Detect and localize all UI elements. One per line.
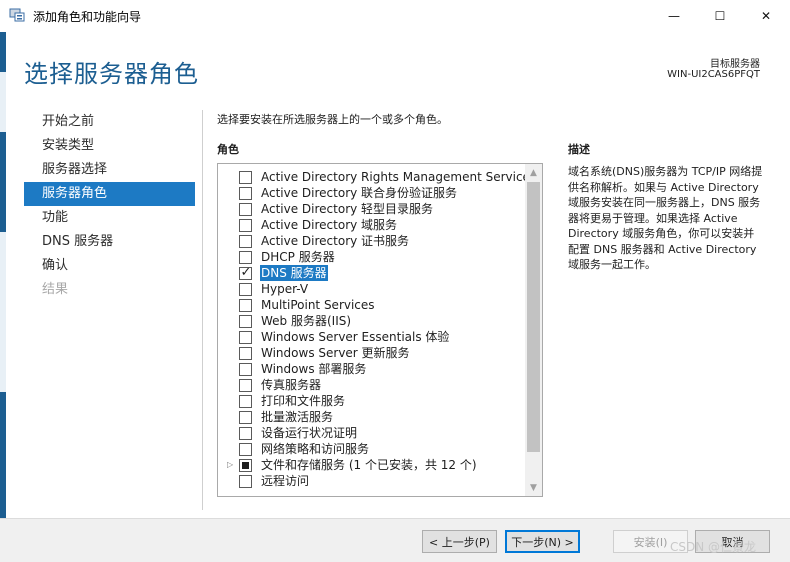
window-title: 添加角色和功能向导	[33, 10, 142, 24]
role-item[interactable]: DHCP 服务器	[218, 249, 524, 265]
nav-item-confirmation[interactable]: 确认	[24, 254, 195, 278]
roles-heading: 角色	[217, 143, 239, 156]
role-checkbox[interactable]	[239, 411, 252, 424]
previous-button[interactable]: < 上一步(P)	[422, 530, 497, 553]
role-checkbox[interactable]: ✓	[239, 265, 252, 280]
expand-arrow-icon[interactable]: ▷	[227, 459, 237, 471]
role-checkbox[interactable]	[239, 395, 252, 408]
role-item[interactable]: 打印和文件服务	[218, 393, 524, 409]
roles-tree[interactable]: 远程访问 ▷ 文件和存储服务 (1 个已安装，共 12 个) 网络策略和访问服务 设备运…	[217, 163, 543, 497]
scroll-up-icon[interactable]: ▲	[525, 164, 542, 181]
description-text: 域名系统(DNS)服务器为 TCP/IP 网络提供名称解析。如果与 Active…	[568, 165, 763, 271]
role-checkbox[interactable]	[239, 443, 252, 456]
role-label: Active Directory 联合身份验证服务	[261, 186, 458, 200]
role-item[interactable]: Active Directory 证书服务	[218, 233, 524, 249]
role-item[interactable]: 远程访问	[218, 473, 524, 489]
role-checkbox[interactable]	[239, 219, 252, 232]
role-label: Hyper-V	[261, 282, 309, 296]
role-item[interactable]: Windows Server Essentials 体验	[218, 329, 524, 345]
target-server-name: WIN-UI2CAS6PFQT	[667, 69, 760, 80]
close-button[interactable]: ✕	[743, 0, 789, 31]
role-checkbox[interactable]	[239, 363, 252, 376]
role-label: MultiPoint Services	[261, 298, 375, 312]
minimize-icon: —	[668, 8, 680, 23]
role-checkbox[interactable]	[239, 459, 252, 472]
partial-check-icon	[242, 462, 249, 469]
role-item[interactable]: Active Directory Rights Management Servi…	[218, 169, 536, 185]
role-item[interactable]: Active Directory 域服务	[218, 217, 524, 233]
role-label: Windows Server 更新服务	[261, 346, 410, 360]
role-item[interactable]: 网络策略和访问服务	[218, 441, 524, 457]
role-item[interactable]: Active Directory 联合身份验证服务	[218, 185, 524, 201]
nav-item-features[interactable]: 功能	[24, 206, 195, 230]
role-label: DHCP 服务器	[261, 250, 335, 264]
nav-item-server-selection[interactable]: 服务器选择	[24, 158, 195, 182]
minimize-button[interactable]: —	[651, 0, 697, 31]
role-label: 远程访问	[261, 474, 310, 488]
checkmark-icon: ✓	[240, 265, 252, 280]
role-checkbox[interactable]	[239, 379, 252, 392]
nav-item-server-roles[interactable]: 服务器角色	[24, 182, 195, 206]
watermark: CSDN @仁景龙	[670, 540, 757, 554]
maximize-button[interactable]: ☐	[697, 0, 743, 31]
role-checkbox[interactable]	[239, 187, 252, 200]
role-label: 文件和存储服务 (1 个已安装，共 12 个)	[261, 458, 477, 472]
role-label: 设备运行状况证明	[261, 426, 358, 440]
role-checkbox[interactable]	[239, 203, 252, 216]
role-item[interactable]: Hyper-V	[218, 281, 524, 297]
role-checkbox[interactable]	[239, 283, 252, 296]
title-bar: 添加角色和功能向导 — ☐ ✕	[0, 0, 790, 32]
role-checkbox[interactable]	[239, 475, 252, 488]
page-title: 选择服务器角色	[24, 60, 199, 88]
description-heading: 描述	[568, 143, 590, 156]
role-label: Active Directory Rights Management Servi…	[261, 170, 537, 184]
role-checkbox[interactable]	[239, 251, 252, 264]
role-checkbox[interactable]	[239, 331, 252, 344]
role-item[interactable]: 设备运行状况证明	[218, 425, 524, 441]
role-item[interactable]: Windows Server 更新服务	[218, 345, 524, 361]
nav-divider	[202, 110, 203, 510]
role-item[interactable]: ✓ DNS 服务器	[218, 265, 524, 281]
role-item[interactable]: ▷ 文件和存储服务 (1 个已安装，共 12 个)	[218, 457, 524, 473]
role-checkbox[interactable]	[239, 171, 252, 184]
role-label: DNS 服务器	[260, 265, 328, 281]
role-label: Active Directory 域服务	[261, 218, 398, 232]
nav-item-dns-server[interactable]: DNS 服务器	[24, 230, 195, 254]
role-label: 打印和文件服务	[261, 394, 346, 408]
role-checkbox[interactable]	[239, 315, 252, 328]
role-item[interactable]: Windows 部署服务	[218, 361, 524, 377]
nav-item-installation-type[interactable]: 安装类型	[24, 134, 195, 158]
role-item[interactable]: 传真服务器	[218, 377, 524, 393]
role-checkbox[interactable]	[239, 347, 252, 360]
background-window-edge	[0, 32, 6, 518]
role-label: Active Directory 轻型目录服务	[261, 202, 434, 216]
instruction-text: 选择要安装在所选服务器上的一个或多个角色。	[217, 113, 448, 126]
scroll-thumb[interactable]	[527, 182, 540, 452]
next-button[interactable]: 下一步(N) >	[505, 530, 580, 553]
scroll-down-icon[interactable]: ▼	[525, 479, 542, 496]
role-label: Web 服务器(IIS)	[261, 314, 352, 328]
role-checkbox[interactable]	[239, 427, 252, 440]
role-label: 传真服务器	[261, 378, 322, 392]
close-icon: ✕	[760, 8, 772, 23]
server-manager-icon	[9, 8, 25, 22]
target-server-label: 目标服务器	[710, 59, 760, 70]
roles-scrollbar[interactable]: ▲ ▼	[525, 164, 542, 496]
role-label: 网络策略和访问服务	[261, 442, 370, 456]
role-item[interactable]: 批量激活服务	[218, 409, 524, 425]
role-label: 批量激活服务	[261, 410, 334, 424]
role-label: Active Directory 证书服务	[261, 234, 410, 248]
role-label: Windows 部署服务	[261, 362, 367, 376]
role-checkbox[interactable]	[239, 235, 252, 248]
role-item[interactable]: Web 服务器(IIS)	[218, 313, 524, 329]
nav-item-before-you-begin[interactable]: 开始之前	[24, 110, 195, 134]
role-checkbox[interactable]	[239, 299, 252, 312]
nav-item-results: 结果	[42, 282, 69, 297]
wizard-nav: 开始之前 安装类型 服务器选择 服务器角色 功能 DNS 服务器 确认 结果	[24, 110, 195, 302]
role-item[interactable]: Active Directory 轻型目录服务	[218, 201, 524, 217]
role-item[interactable]: MultiPoint Services	[218, 297, 524, 313]
maximize-icon: ☐	[714, 8, 726, 23]
role-label: Windows Server Essentials 体验	[261, 330, 450, 344]
